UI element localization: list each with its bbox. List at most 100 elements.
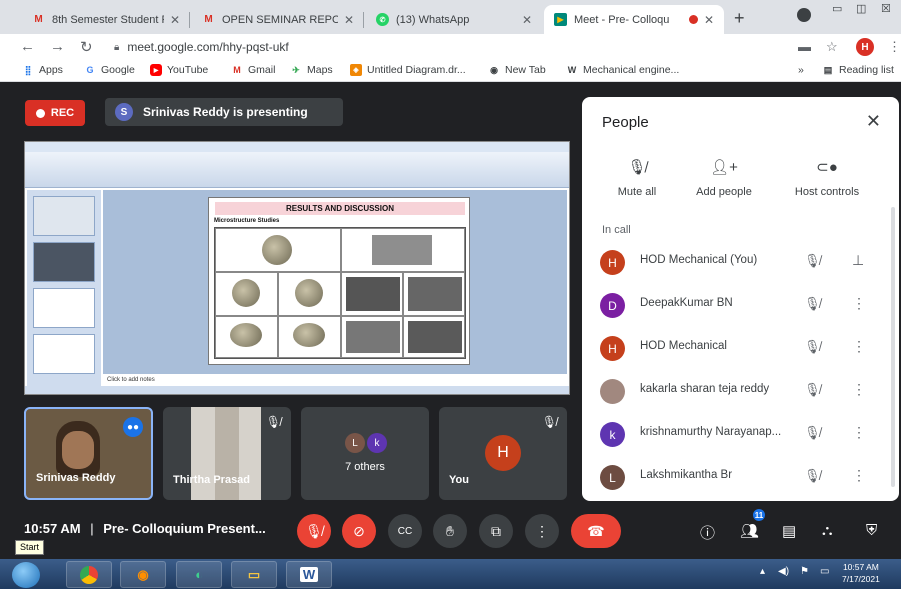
in-call-heading: In call bbox=[602, 224, 631, 236]
tab-student-page[interactable]: M 8th Semester Student Pa ✕ bbox=[22, 5, 190, 34]
avatar: L bbox=[345, 433, 365, 453]
more-options-icon[interactable]: ⋮ bbox=[852, 381, 866, 398]
mic-toggle-button[interactable]: 🎙︎̸ bbox=[297, 514, 331, 548]
minimize-button[interactable]: ▭ bbox=[832, 2, 842, 15]
pin-icon[interactable]: ⊥ bbox=[852, 252, 864, 269]
sample-image bbox=[230, 323, 262, 347]
participant-row[interactable]: k krishnamurthy Narayanap... 🎙︎̸ ⋮ bbox=[582, 413, 899, 455]
close-icon[interactable]: ✕ bbox=[866, 111, 881, 132]
close-icon[interactable]: ✕ bbox=[170, 13, 180, 27]
close-icon[interactable]: ✕ bbox=[344, 13, 354, 27]
participant-name: HOD Mechanical bbox=[640, 340, 727, 352]
host-controls-button[interactable]: ⊂● Host controls bbox=[777, 158, 877, 198]
tile-thirtha-prasad[interactable]: 🎙︎̸ Thirtha Prasad bbox=[163, 407, 291, 500]
reload-icon[interactable]: ↻ bbox=[80, 38, 93, 56]
new-tab-button[interactable]: + bbox=[734, 8, 745, 29]
more-options-icon[interactable]: ⋮ bbox=[852, 295, 866, 312]
bookmark-mechanical[interactable]: W Mechanical engine... bbox=[566, 64, 680, 76]
tab-title: Meet - Pre- Colloqu bbox=[574, 13, 670, 26]
more-bookmarks-icon[interactable]: » bbox=[798, 64, 804, 76]
profile-icon[interactable] bbox=[797, 8, 811, 22]
tile-others[interactable]: L k 7 others bbox=[301, 407, 429, 500]
mic-off-icon[interactable]: 🎙︎̸ bbox=[804, 339, 821, 355]
mic-off-icon[interactable]: 🎙︎̸ bbox=[804, 382, 821, 398]
system-clock[interactable]: 10:57 AM 7/17/2021 bbox=[842, 561, 880, 585]
forward-icon[interactable]: → bbox=[50, 38, 65, 55]
leave-call-button[interactable]: ☎︎ bbox=[571, 514, 621, 548]
info-icon[interactable]: ⓘ bbox=[700, 522, 715, 543]
sample-image bbox=[293, 323, 325, 347]
battery-icon[interactable]: ▭ bbox=[820, 566, 829, 577]
maximize-button[interactable]: ◫ bbox=[856, 2, 866, 15]
more-options-icon[interactable]: ⋮ bbox=[852, 338, 866, 355]
menu-icon[interactable]: ⋮ bbox=[888, 39, 901, 55]
media-player-taskbar-button[interactable]: ◉ bbox=[120, 561, 166, 588]
participant-row[interactable]: D DeepakKumar BN 🎙︎̸ ⋮ bbox=[582, 284, 899, 326]
raise-hand-button[interactable]: ✋︎ bbox=[433, 514, 467, 548]
tab-whatsapp[interactable]: ✆ (13) WhatsApp ✕ bbox=[366, 5, 542, 34]
close-icon[interactable]: ✕ bbox=[704, 13, 714, 27]
gmail-icon: M bbox=[204, 14, 213, 25]
host-controls-icon[interactable]: ⛨ bbox=[866, 522, 877, 539]
bookmark-diagram[interactable]: ◈ Untitled Diagram.dr... bbox=[350, 64, 466, 76]
tab-title: 8th Semester Student Pa bbox=[52, 13, 164, 26]
participant-row[interactable]: kakarla sharan teja reddy 🎙︎̸ ⋮ bbox=[582, 370, 899, 412]
bookmark-new-tab[interactable]: ◉ New Tab bbox=[488, 64, 546, 76]
add-people-button[interactable]: 👤︎+ Add people bbox=[674, 158, 774, 198]
bookmark-star-icon[interactable]: ☆ bbox=[826, 39, 838, 55]
others-count: 7 others bbox=[345, 461, 385, 473]
close-window-button[interactable]: ☒ bbox=[881, 2, 891, 15]
mute-all-button[interactable]: 🎙︎̸ Mute all bbox=[587, 158, 687, 198]
bookmark-apps[interactable]: ⣿ Apps bbox=[22, 64, 63, 76]
mic-off-icon[interactable]: 🎙︎̸ bbox=[804, 425, 821, 441]
close-icon[interactable]: ✕ bbox=[522, 13, 532, 27]
captions-button[interactable]: CC bbox=[388, 514, 422, 548]
mic-off-icon[interactable]: 🎙︎̸ bbox=[804, 468, 821, 484]
ppt-ribbon bbox=[25, 152, 569, 188]
participant-row[interactable]: L Lakshmikantha Br 🎙︎̸ ⋮ bbox=[582, 456, 899, 498]
mic-off-icon: 🎙︎̸ bbox=[541, 415, 557, 429]
tile-you[interactable]: H 🎙︎̸ You bbox=[439, 407, 567, 500]
edge-taskbar-button[interactable]: ◐ bbox=[176, 561, 222, 588]
tab-seminar-report[interactable]: M OPEN SEMINAR REPORT ✕ bbox=[192, 5, 364, 34]
camera-indicator-icon[interactable]: ▬ bbox=[798, 39, 811, 54]
url-field[interactable]: 🔒︎ meet.google.com/hhy-pqst-ukf bbox=[114, 38, 784, 56]
mic-off-icon: 🎙︎̸ bbox=[627, 159, 647, 176]
show-hidden-icons-icon[interactable]: ▴ bbox=[760, 566, 765, 577]
hand-icon: ✋︎ bbox=[446, 522, 454, 539]
present-button[interactable]: ⧉ bbox=[479, 514, 513, 548]
more-options-button[interactable]: ⋮ bbox=[525, 514, 559, 548]
bookmark-maps[interactable]: ✈ Maps bbox=[290, 64, 332, 76]
table-cell bbox=[215, 228, 341, 272]
network-icon[interactable]: ⚑ bbox=[800, 566, 809, 577]
tile-srinivas-reddy[interactable]: ●● Srinivas Reddy bbox=[24, 407, 153, 500]
people-icon[interactable]: 👥︎ bbox=[740, 522, 759, 540]
mic-off-icon[interactable]: 🎙︎̸ bbox=[804, 253, 821, 269]
chat-icon[interactable]: ▤ bbox=[782, 522, 796, 540]
speaker-icon[interactable]: ◀︎) bbox=[778, 566, 789, 577]
shared-screen: RESULTS AND DISCUSSION Microstructure St… bbox=[24, 141, 570, 395]
explorer-taskbar-button[interactable]: ▭ bbox=[231, 561, 277, 588]
chrome-taskbar-button[interactable] bbox=[66, 561, 112, 588]
bookmark-youtube[interactable]: ▶ YouTube bbox=[150, 64, 208, 76]
bookmark-google[interactable]: G Google bbox=[84, 64, 134, 76]
profile-avatar[interactable]: H bbox=[856, 38, 874, 56]
more-options-icon[interactable]: ⋮ bbox=[852, 467, 866, 484]
camera-off-icon: ⊘ bbox=[353, 522, 365, 539]
chrome-icon bbox=[80, 565, 98, 584]
back-icon[interactable]: ← bbox=[20, 38, 35, 55]
camera-toggle-button[interactable]: ⊘ bbox=[342, 514, 376, 548]
bookmark-gmail[interactable]: M Gmail bbox=[231, 64, 275, 76]
mic-off-icon[interactable]: 🎙︎̸ bbox=[804, 296, 821, 312]
participant-name: kakarla sharan teja reddy bbox=[640, 383, 770, 395]
word-taskbar-button[interactable]: W bbox=[286, 561, 332, 588]
activities-icon[interactable]: ⛬ bbox=[822, 522, 833, 539]
start-button[interactable] bbox=[12, 562, 40, 588]
participant-row[interactable]: H HOD Mechanical (You) 🎙︎̸ ⊥ bbox=[582, 241, 899, 283]
reading-list-icon: ▤ bbox=[823, 64, 833, 75]
participant-row[interactable]: H HOD Mechanical 🎙︎̸ ⋮ bbox=[582, 327, 899, 369]
tab-meet[interactable]: ▶ Meet - Pre- Colloqu ✕ bbox=[544, 5, 724, 34]
people-panel: People ✕ 🎙︎̸ Mute all 👤︎+ Add people ⊂● … bbox=[582, 97, 899, 501]
more-options-icon[interactable]: ⋮ bbox=[852, 424, 866, 441]
reading-list[interactable]: ▤ Reading list bbox=[822, 64, 894, 76]
